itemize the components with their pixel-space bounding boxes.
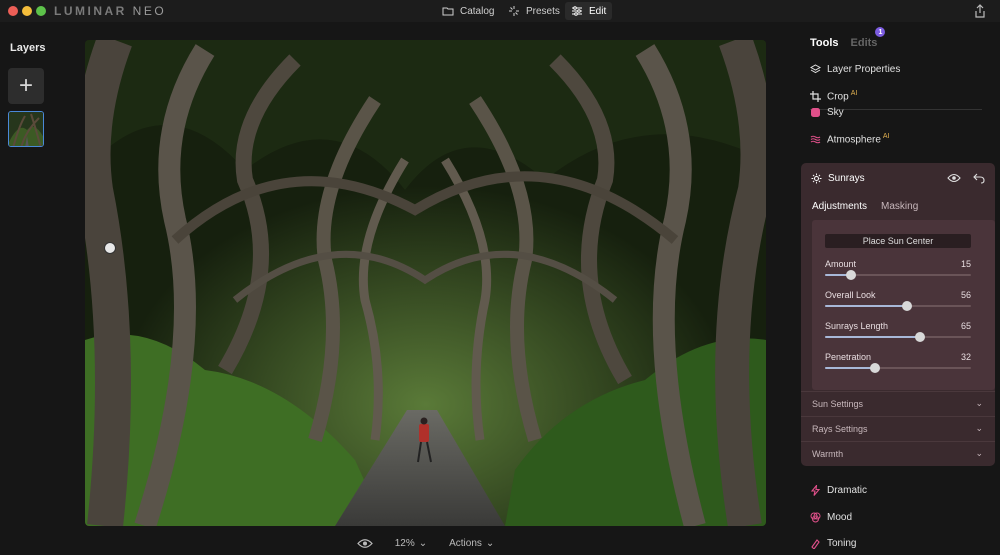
layers-icon xyxy=(810,64,821,74)
nav-presets-button[interactable]: Presets xyxy=(502,2,566,20)
tool-layer-properties[interactable]: Layer Properties xyxy=(810,64,900,75)
slider-knob[interactable] xyxy=(901,301,912,311)
actions-dropdown[interactable]: Actions ⌄ xyxy=(449,538,494,549)
share-icon[interactable] xyxy=(974,4,986,18)
lightning-icon xyxy=(810,485,821,496)
sun-center-handle[interactable] xyxy=(104,242,116,254)
chevron-down-icon: ⌄ xyxy=(418,537,428,549)
plus-icon: + xyxy=(18,72,33,99)
mood-icon xyxy=(810,512,821,523)
section-sun-settings[interactable]: Sun Settings ⌄ xyxy=(801,391,995,415)
layer-thumbnail[interactable] xyxy=(8,111,44,147)
crop-icon xyxy=(810,90,821,102)
slider-fill xyxy=(825,336,920,338)
reset-undo-icon[interactable] xyxy=(973,172,985,184)
top-nav: Catalog Presets Edit xyxy=(0,2,1000,20)
tool-toning[interactable]: Toning xyxy=(810,538,856,549)
overall-look-slider[interactable]: Overall Look 56 xyxy=(825,290,971,316)
sunrays-tabs: Adjustments Masking xyxy=(812,201,918,212)
visibility-eye-icon[interactable] xyxy=(947,172,961,184)
tool-sky[interactable]: Sky xyxy=(810,107,844,118)
slider-knob[interactable] xyxy=(914,332,925,342)
tab-adjustments[interactable]: Adjustments xyxy=(812,201,867,212)
slider-fill xyxy=(825,367,875,369)
right-panel-tabs: Tools Edits 1 xyxy=(810,27,886,49)
chevron-down-icon: ⌄ xyxy=(975,423,983,433)
layers-title: Layers xyxy=(10,42,46,54)
slider-knob[interactable] xyxy=(846,270,857,280)
chevron-down-icon: ⌄ xyxy=(485,537,495,549)
sparkle-icon xyxy=(509,6,519,16)
section-warmth[interactable]: Warmth ⌄ xyxy=(801,441,995,465)
zoom-dropdown[interactable]: 12% ⌄ xyxy=(395,538,427,549)
sunrays-length-slider[interactable]: Sunrays Length 65 xyxy=(825,321,971,347)
tool-crop[interactable]: Crop AI xyxy=(810,90,857,102)
sun-icon xyxy=(811,173,822,183)
bottom-bar: 12% ⌄ Actions ⌄ xyxy=(85,533,766,553)
edits-count-badge: 1 xyxy=(875,27,886,37)
ai-badge: AI xyxy=(850,90,858,97)
tab-edits[interactable]: Edits 1 xyxy=(851,27,886,49)
amount-slider[interactable]: Amount 15 xyxy=(825,259,971,285)
slider-knob[interactable] xyxy=(869,363,880,373)
section-rays-settings[interactable]: Rays Settings ⌄ xyxy=(801,416,995,440)
chevron-down-icon: ⌄ xyxy=(975,448,983,458)
ai-badge: AI xyxy=(882,133,890,140)
sliders-icon xyxy=(572,6,582,16)
tool-mood[interactable]: Mood xyxy=(810,512,852,523)
tool-atmosphere[interactable]: Atmosphere AI xyxy=(810,133,890,145)
sky-icon xyxy=(811,108,820,117)
eye-icon xyxy=(356,538,373,548)
nav-catalog-button[interactable]: Catalog xyxy=(436,2,500,20)
tab-masking[interactable]: Masking xyxy=(881,201,918,212)
photo-image xyxy=(85,40,766,526)
chevron-down-icon: ⌄ xyxy=(975,398,983,408)
tool-dramatic[interactable]: Dramatic xyxy=(810,485,867,496)
place-sun-center-button[interactable]: Place Sun Center xyxy=(825,234,971,248)
nav-edit-button[interactable]: Edit xyxy=(565,2,613,20)
tab-tools[interactable]: Tools xyxy=(810,37,839,49)
title-bar: LUMINAR NEO Catalog Presets Edit xyxy=(0,0,1000,22)
add-layer-button[interactable]: + xyxy=(8,68,44,104)
photo-canvas[interactable] xyxy=(85,40,766,526)
sunrays-title: Sunrays xyxy=(828,172,865,184)
layer-thumbnail-image xyxy=(9,112,43,146)
penetration-slider[interactable]: Penetration 32 xyxy=(825,352,971,378)
slider-fill xyxy=(825,305,907,307)
adjustments-area: Place Sun Center Amount 15 Overall Look … xyxy=(812,220,995,390)
atmosphere-icon xyxy=(810,135,821,143)
sunrays-panel: Sunrays Adjustments Masking Place Sun Ce… xyxy=(801,163,995,466)
folder-icon xyxy=(442,7,454,16)
before-after-toggle[interactable] xyxy=(356,538,373,549)
toning-icon xyxy=(811,539,820,549)
sunrays-header[interactable]: Sunrays xyxy=(801,163,995,193)
